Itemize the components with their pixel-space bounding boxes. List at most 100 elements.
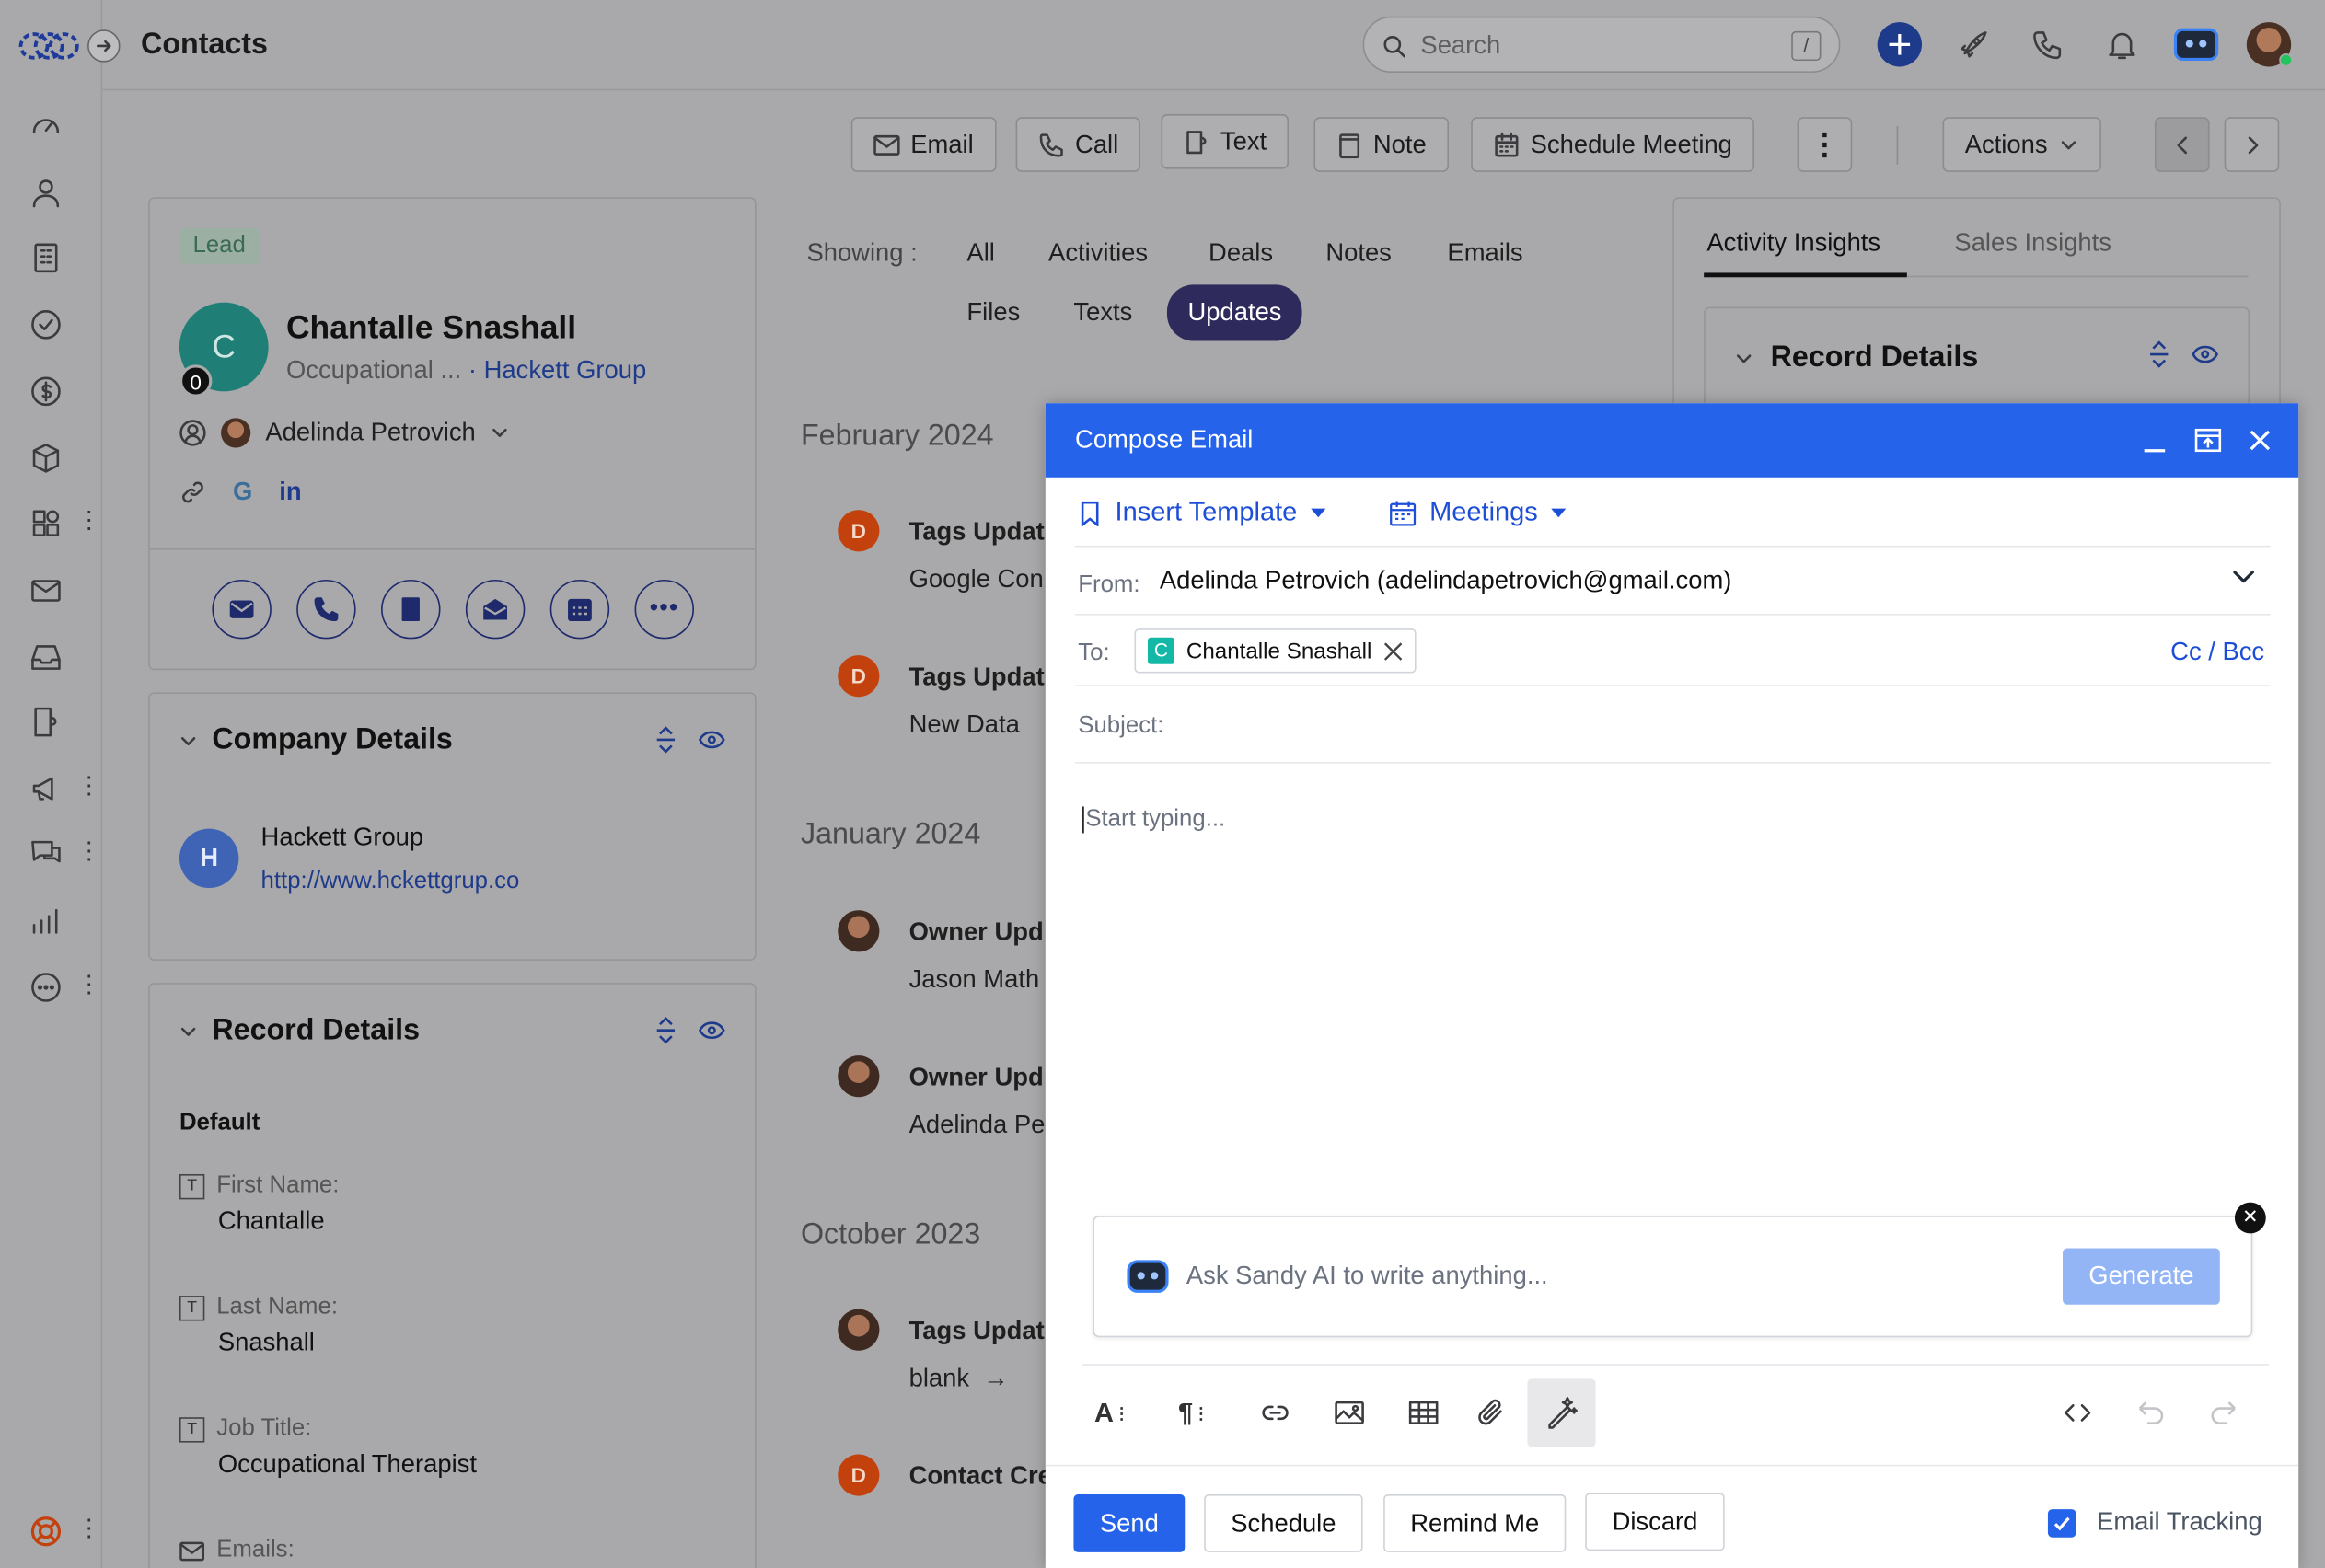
filter-deals[interactable]: Deals <box>1209 238 1273 268</box>
more-apps-more-icon[interactable]: ⋮ <box>77 971 101 1000</box>
campaigns-more-icon[interactable]: ⋮ <box>77 772 101 801</box>
eye-icon[interactable] <box>698 726 725 753</box>
expand-icon[interactable] <box>2192 424 2224 456</box>
contacts-icon[interactable] <box>27 173 65 212</box>
help-icon[interactable] <box>27 1512 65 1551</box>
chevron-down-icon[interactable] <box>2232 566 2256 587</box>
quick-call-button[interactable] <box>296 579 356 640</box>
inbox-icon[interactable] <box>27 638 65 676</box>
reorder-icon[interactable] <box>654 726 677 754</box>
email-tracking-toggle[interactable]: Email Tracking <box>2047 1507 2262 1537</box>
schedule-button[interactable]: Schedule <box>1204 1493 1363 1552</box>
redo-icon[interactable] <box>2191 1378 2259 1447</box>
insights-record-details-header[interactable]: Record Details <box>1735 341 1978 375</box>
next-record-button[interactable] <box>2224 117 2280 172</box>
company-url[interactable]: http://www.hckettgrup.co <box>261 869 520 895</box>
campaigns-icon[interactable] <box>27 769 65 808</box>
apps-more-icon[interactable]: ⋮ <box>77 507 101 536</box>
quick-meeting-button[interactable] <box>549 579 610 640</box>
field-value[interactable]: Chantalle <box>218 1206 340 1236</box>
sequences-icon[interactable] <box>27 703 65 742</box>
previous-record-button[interactable] <box>2154 117 2210 172</box>
email-button[interactable]: Email <box>850 117 996 172</box>
filter-files[interactable]: Files <box>966 298 1020 328</box>
filter-activities[interactable]: Activities <box>1048 238 1148 268</box>
mail-icon[interactable] <box>27 571 65 609</box>
rocket-icon[interactable] <box>1950 21 1998 69</box>
company-link[interactable]: Hackett Group <box>484 356 647 385</box>
email-body-input[interactable]: Start typing... <box>1082 806 1225 834</box>
dashboard-icon[interactable] <box>27 107 65 145</box>
close-ai-icon[interactable]: ✕ <box>2234 1202 2266 1234</box>
company-details-header[interactable]: Company Details <box>179 723 453 757</box>
eye-icon[interactable] <box>698 1017 725 1043</box>
discard-button[interactable]: Discard <box>1585 1493 1725 1551</box>
more-actions-button[interactable]: ⋮ <box>1797 117 1853 172</box>
remove-recipient-icon[interactable] <box>1383 641 1403 661</box>
minimize-icon[interactable] <box>2138 424 2170 456</box>
email-tracking-checkbox[interactable] <box>2047 1508 2076 1537</box>
ai-prompt-input[interactable]: Ask Sandy AI to write anything... <box>1186 1262 1548 1291</box>
filter-texts[interactable]: Texts <box>1073 298 1132 328</box>
from-value[interactable]: Adelinda Petrovich (adelindapetrovich@gm… <box>1160 566 1732 595</box>
linkedin-icon[interactable]: in <box>279 478 301 507</box>
tab-sales-insights[interactable]: Sales Insights <box>1954 228 2111 258</box>
call-button[interactable]: Call <box>1015 117 1141 172</box>
filter-emails[interactable]: Emails <box>1447 238 1522 268</box>
code-view-icon[interactable] <box>2043 1378 2111 1447</box>
recipient-chip[interactable]: C Chantalle Snashall <box>1134 628 1417 674</box>
tasks-icon[interactable] <box>27 306 65 344</box>
generate-button[interactable]: Generate <box>2063 1248 2220 1305</box>
eye-icon[interactable] <box>2192 341 2219 368</box>
apps-icon[interactable] <box>27 504 65 543</box>
tab-activity-insights[interactable]: Activity Insights <box>1706 228 1880 258</box>
ai-write-icon[interactable] <box>1527 1378 1596 1447</box>
add-icon[interactable] <box>1876 21 1924 69</box>
actions-dropdown[interactable]: Actions <box>1942 117 2101 172</box>
note-button[interactable]: Note <box>1313 117 1449 172</box>
search-input[interactable]: Search / <box>1362 16 1841 73</box>
paragraph-icon[interactable]: ¶ ⋮ <box>1160 1378 1228 1447</box>
products-icon[interactable] <box>27 439 65 478</box>
text-button[interactable]: Text <box>1161 114 1290 169</box>
meetings-dropdown[interactable]: Meetings <box>1390 497 1567 528</box>
bell-icon[interactable] <box>2099 21 2146 69</box>
owner-selector[interactable]: Adelinda Petrovich <box>179 418 508 448</box>
remind-me-button[interactable]: Remind Me <box>1383 1493 1567 1552</box>
field-value[interactable]: Occupational Therapist <box>218 1450 477 1480</box>
company-name[interactable]: Hackett Group <box>261 823 424 852</box>
close-icon[interactable] <box>2244 424 2276 456</box>
help-more-icon[interactable]: ⋮ <box>77 1516 101 1545</box>
collapse-arrow-icon[interactable] <box>87 29 121 63</box>
google-icon[interactable]: G <box>233 478 252 507</box>
filter-updates[interactable]: Updates <box>1166 284 1303 341</box>
sandy-ai-icon[interactable] <box>2172 21 2220 69</box>
insert-template-dropdown[interactable]: Insert Template <box>1078 497 1325 528</box>
phone-icon[interactable] <box>2024 21 2072 69</box>
reorder-icon[interactable] <box>2147 340 2171 368</box>
insert-table-icon[interactable] <box>1390 1378 1458 1447</box>
quick-note-button[interactable] <box>381 579 441 640</box>
insert-image-icon[interactable] <box>1315 1378 1383 1447</box>
conversations-more-icon[interactable]: ⋮ <box>77 837 101 867</box>
link-icon[interactable] <box>179 478 206 505</box>
deals-icon[interactable] <box>27 372 65 410</box>
field-value[interactable]: Snashall <box>218 1329 338 1358</box>
reports-icon[interactable] <box>27 902 65 940</box>
conversations-icon[interactable] <box>27 835 65 873</box>
filter-all[interactable]: All <box>966 238 994 268</box>
undo-icon[interactable] <box>2116 1378 2184 1447</box>
app-logo[interactable] <box>17 29 80 62</box>
quick-email-button[interactable] <box>212 579 272 640</box>
cc-bcc-link[interactable]: Cc / Bcc <box>2170 638 2264 667</box>
record-details-header[interactable]: Record Details <box>179 1014 420 1048</box>
quick-sequence-button[interactable] <box>465 579 526 640</box>
insert-link-icon[interactable] <box>1241 1378 1309 1447</box>
send-button[interactable]: Send <box>1073 1493 1186 1552</box>
reorder-icon[interactable] <box>654 1017 677 1044</box>
schedule-meeting-button[interactable]: Schedule Meeting <box>1471 117 1755 172</box>
subject-row[interactable] <box>1075 686 2271 764</box>
filter-notes[interactable]: Notes <box>1325 238 1392 268</box>
user-avatar[interactable] <box>2245 21 2293 69</box>
font-size-icon[interactable]: A ⋮ <box>1078 1378 1146 1447</box>
